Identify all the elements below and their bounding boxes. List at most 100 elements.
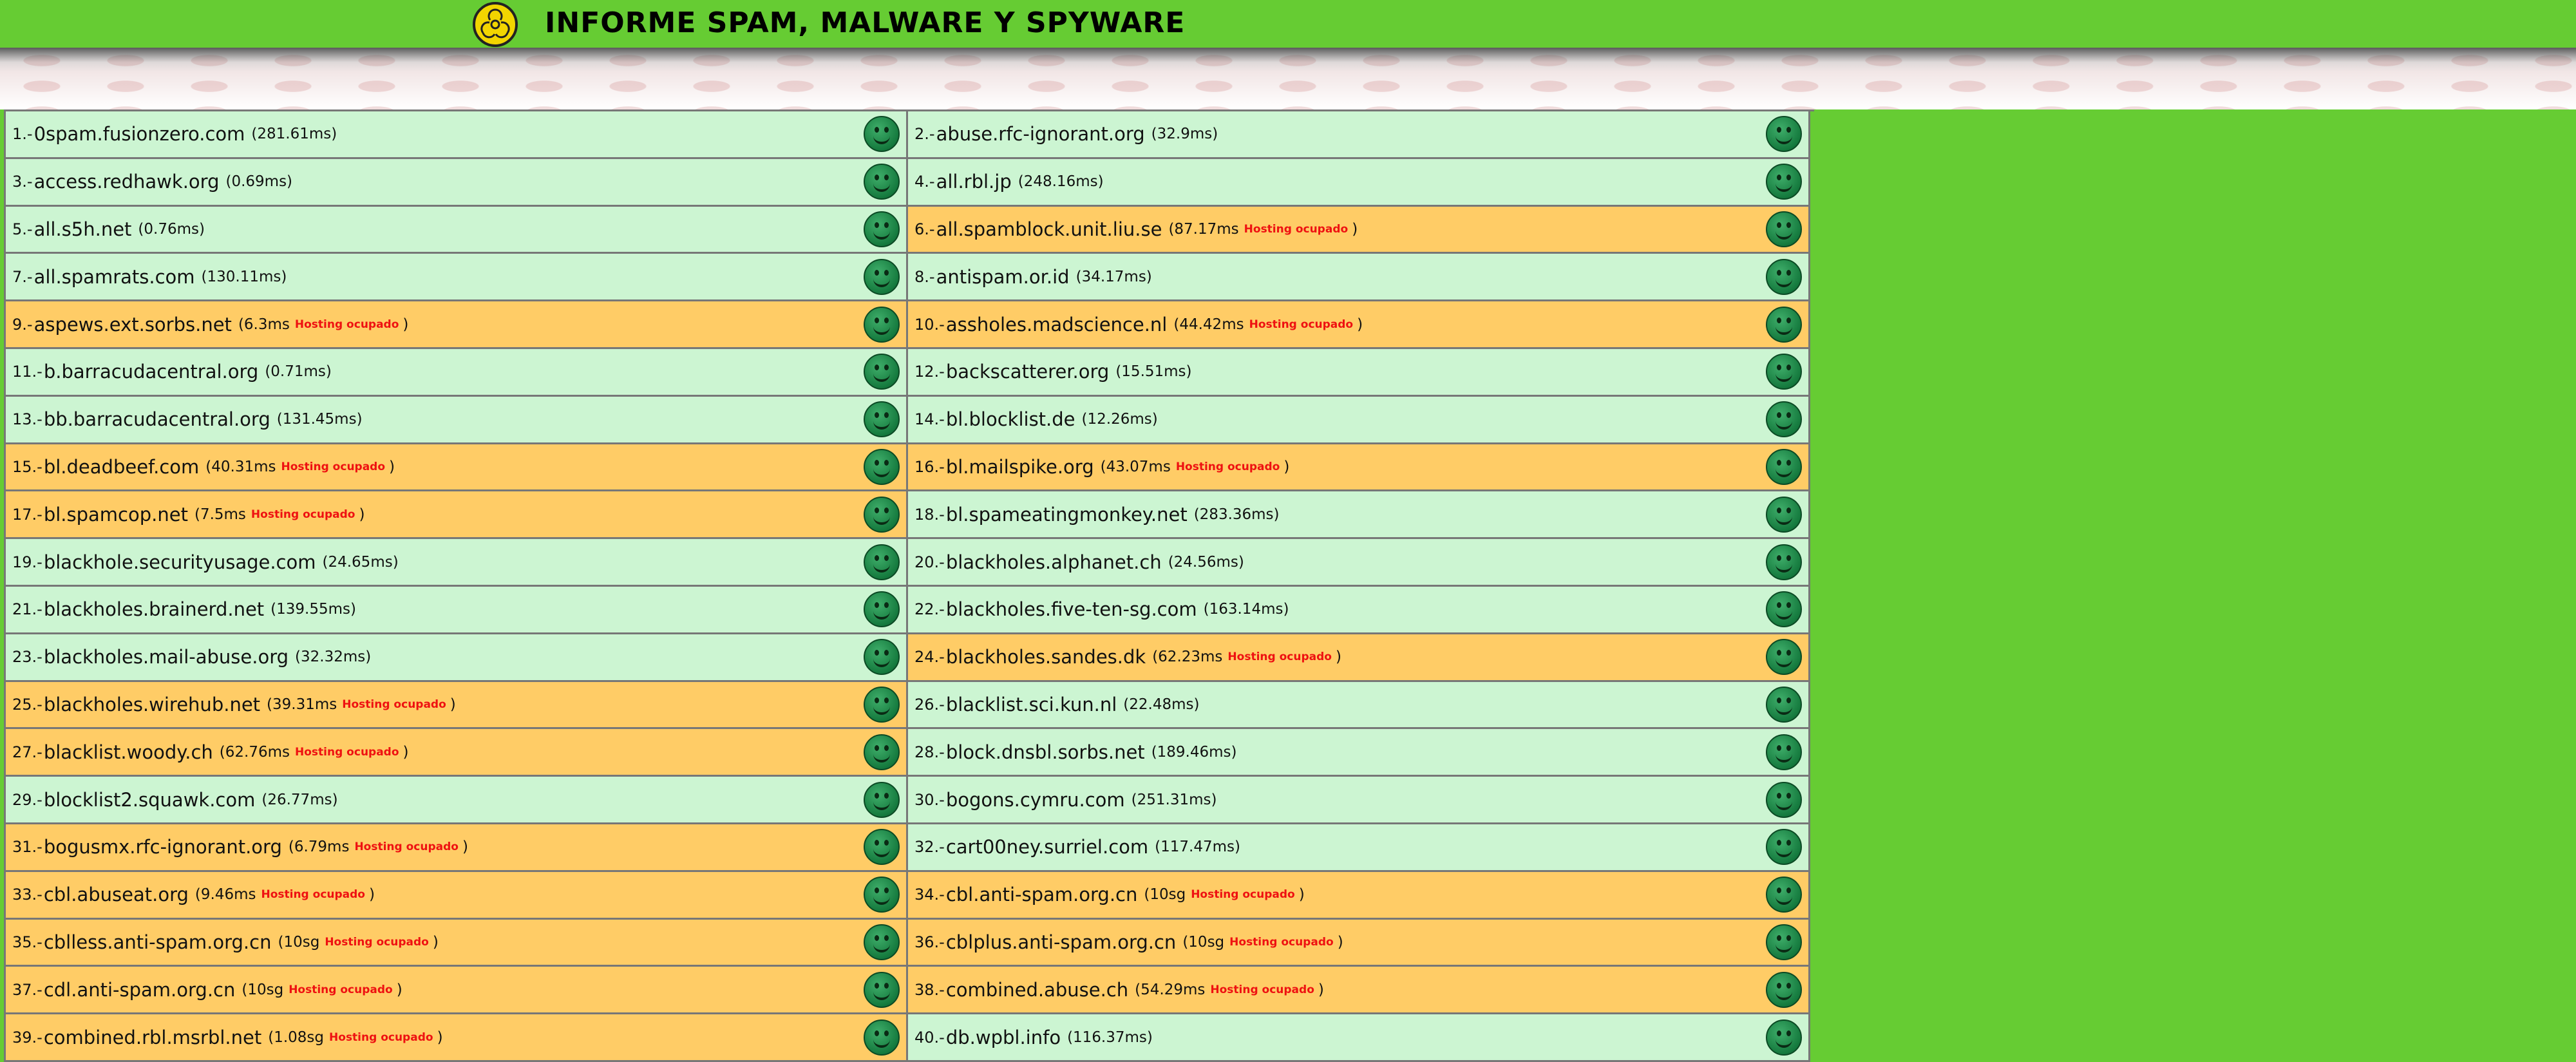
item-number: 4.- (914, 173, 935, 191)
host-name: all.spamrats.com (33, 265, 195, 288)
item-number: 9.- (12, 315, 33, 334)
response-time: (15.51ms) (1115, 363, 1192, 381)
host-name: assholes.madscience.nl (945, 313, 1168, 336)
blacklist-table: 1.- 0spam.fusionzero.com (281.61ms) 2.- abus… (4, 109, 1814, 1062)
smiley-icon (1766, 401, 1802, 438)
host-name: blackholes.wirehub.net (43, 693, 261, 716)
item-number: 22.- (914, 600, 945, 619)
response-time: (6.79ms (288, 839, 350, 856)
host-name: blackholes.sandes.dk (945, 646, 1146, 668)
item-number: 13.- (12, 410, 43, 429)
smiley-icon (1766, 306, 1802, 343)
item-number: 8.- (914, 267, 935, 286)
smiley-icon (1766, 448, 1802, 485)
item-number: 14.- (914, 410, 945, 429)
list-item: 13.- bb.barracudacentral.org (131.45ms) (6, 396, 908, 444)
closing-paren: ) (369, 886, 375, 904)
smiley-icon (864, 306, 900, 343)
host-name: cdl.anti-spam.org.cn (43, 978, 236, 1001)
response-time: (10sg (1144, 886, 1186, 904)
smiley-icon (864, 164, 900, 200)
list-item: 39.- combined.rbl.msrbl.net (1.08sg Hosting… (6, 1014, 908, 1062)
response-time: (44.42ms (1173, 316, 1244, 333)
status-badge: Hosting ocupado (1229, 935, 1334, 949)
list-item: 3.- access.redhawk.org (0.69ms) (6, 158, 908, 207)
response-time: (251.31ms) (1131, 791, 1217, 808)
smiley-icon (1766, 544, 1802, 580)
host-name: bogons.cymru.com (945, 788, 1125, 811)
item-number: 7.- (12, 267, 33, 286)
list-item: 19.- blackhole.securityusage.com (24.65ms) (6, 539, 908, 587)
item-number: 12.- (914, 363, 945, 381)
table-row: 17.- bl.spamcop.net (7.5ms Hosting ocupado)… (6, 491, 1814, 540)
item-number: 20.- (914, 553, 945, 571)
list-item: 24.- blackholes.sandes.dk (62.23ms Hosting … (908, 634, 1810, 682)
smiley-icon (1766, 1019, 1802, 1056)
closing-paren: ) (1318, 981, 1324, 998)
status-badge: Hosting ocupado (1244, 222, 1349, 236)
list-item: 10.- assholes.madscience.nl (44.42ms Hostin… (908, 301, 1810, 349)
list-item: 20.- blackholes.alphanet.ch (24.56ms) (908, 539, 1810, 587)
status-badge: Hosting ocupado (1191, 888, 1295, 902)
closing-paren: ) (389, 458, 395, 475)
smiley-icon (864, 211, 900, 247)
response-time: (22.48ms) (1123, 696, 1200, 713)
table-row: 15.- bl.deadbeef.com (40.31ms Hosting ocupa… (6, 444, 1814, 492)
response-time: (248.16ms) (1018, 173, 1104, 191)
smiley-icon (864, 544, 900, 580)
list-item: 25.- blackholes.wirehub.net (39.31ms Hostin… (6, 681, 908, 730)
table-row: 33.- cbl.abuseat.org (9.46ms Hosting ocupad… (6, 871, 1814, 920)
host-name: 0spam.fusionzero.com (33, 123, 245, 146)
host-name: blackhole.securityusage.com (43, 551, 316, 573)
smiley-icon (1766, 591, 1802, 628)
item-number: 21.- (12, 600, 43, 619)
host-name: bl.deadbeef.com (43, 455, 200, 478)
response-time: (281.61ms) (251, 126, 337, 143)
response-time: (34.17ms) (1075, 268, 1152, 285)
host-name: blacklist.sci.kun.nl (945, 693, 1117, 716)
closing-paren: ) (1357, 316, 1363, 333)
smiley-icon (864, 258, 900, 295)
host-name: block.dnsbl.sorbs.net (945, 741, 1145, 763)
table-row: 25.- blackholes.wirehub.net (39.31ms Hostin… (6, 681, 1814, 730)
smiley-icon (864, 639, 900, 676)
table-row: 35.- cblless.anti-spam.org.cn (10sg Hosting… (6, 919, 1814, 967)
status-badge: Hosting ocupado (325, 935, 429, 949)
host-name: backscatterer.org (945, 361, 1110, 383)
item-number: 37.- (12, 980, 43, 999)
smiley-icon (1766, 258, 1802, 295)
closing-paren: ) (1335, 649, 1341, 666)
host-name: cart00ney.surriel.com (945, 836, 1149, 858)
item-number: 24.- (914, 648, 945, 667)
host-name: b.barracudacentral.org (43, 361, 259, 383)
host-name: combined.rbl.msrbl.net (43, 1026, 262, 1048)
host-name: db.wpbl.info (945, 1026, 1061, 1048)
host-name: access.redhawk.org (33, 171, 220, 193)
host-name: cbl.abuseat.org (43, 884, 189, 906)
list-item: 14.- bl.blocklist.de (12.26ms) (908, 396, 1810, 444)
list-item: 2.- abuse.rfc-ignorant.org (32.9ms) (908, 111, 1810, 159)
item-number: 19.- (12, 553, 43, 571)
table-row: 37.- cdl.anti-spam.org.cn (10sg Hosting ocu… (6, 967, 1814, 1015)
closing-paren: ) (1352, 220, 1358, 238)
response-time: (0.69ms) (225, 173, 293, 191)
list-item: 7.- all.spamrats.com (130.11ms) (6, 254, 908, 302)
page-title: INFORME SPAM, MALWARE Y SPYWARE (545, 6, 1186, 39)
host-name: all.spamblock.unit.liu.se (936, 218, 1162, 240)
response-time: (24.65ms) (322, 553, 399, 571)
response-time: (26.77ms) (261, 791, 338, 808)
response-time: (32.32ms) (295, 649, 372, 666)
response-time: (10sg (1182, 933, 1225, 951)
item-number: 36.- (914, 933, 945, 951)
smiley-icon (864, 116, 900, 153)
status-badge: Hosting ocupado (342, 697, 446, 711)
smiley-icon (1766, 686, 1802, 723)
item-number: 1.- (12, 125, 33, 144)
host-name: bl.mailspike.org (945, 455, 1094, 478)
item-number: 6.- (914, 220, 935, 238)
list-item: 22.- blackholes.five-ten-sg.com (163.14ms) (908, 586, 1810, 634)
smiley-icon (864, 734, 900, 770)
list-item: 5.- all.s5h.net (0.76ms) (6, 206, 908, 254)
banner-shadow (0, 48, 2576, 72)
list-item: 31.- bogusmx.rfc-ignorant.org (6.79ms Hosti… (6, 824, 908, 872)
